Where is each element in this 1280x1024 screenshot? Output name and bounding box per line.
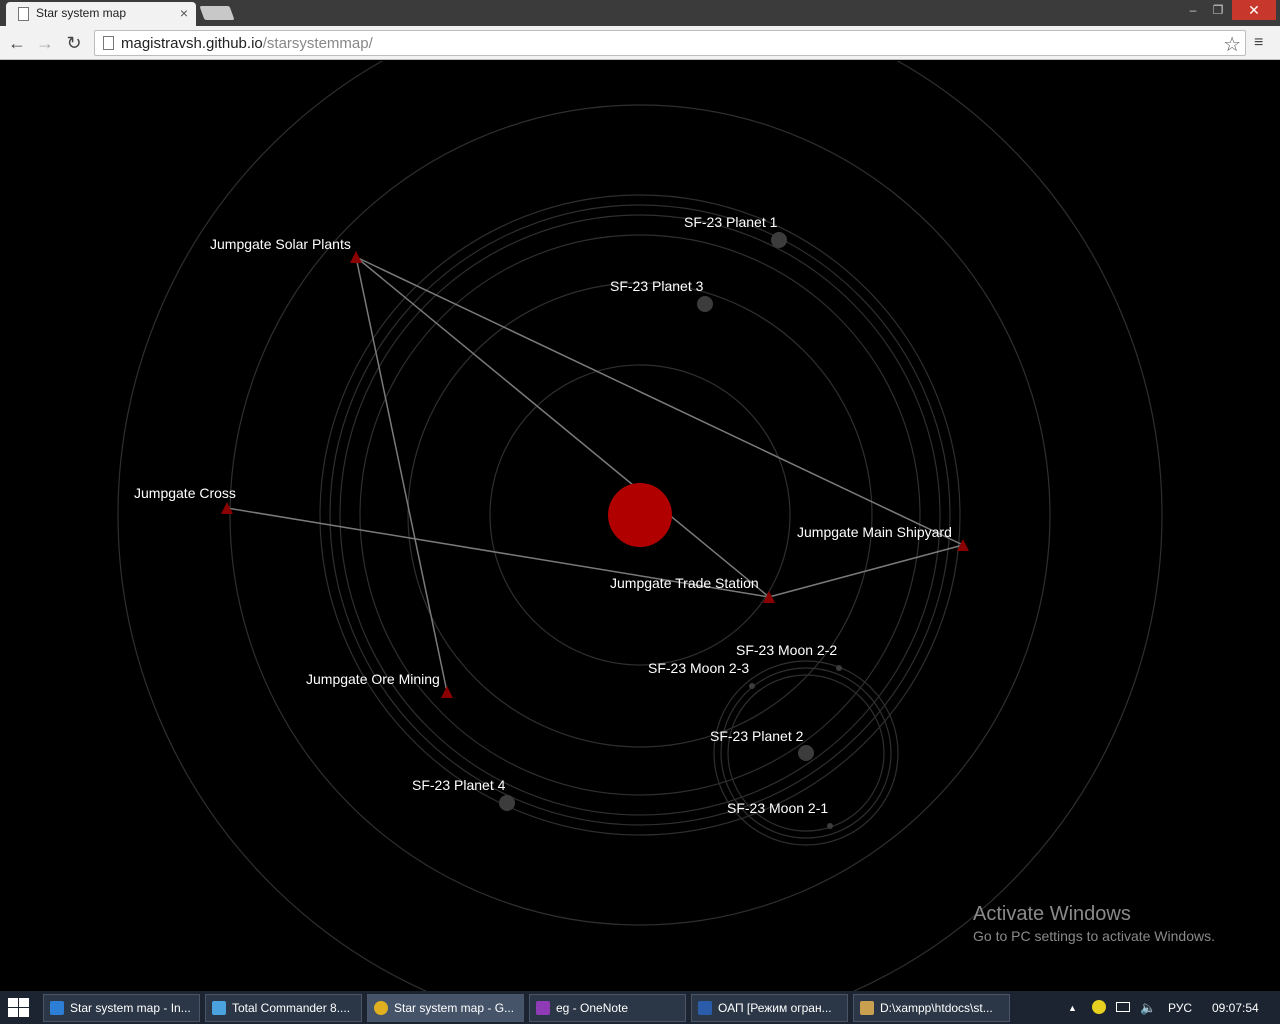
total-commander-icon	[212, 1001, 226, 1015]
url-host: magistravsh.github.io	[121, 35, 263, 52]
taskbar-item-total-commander[interactable]: Total Commander 8....	[205, 994, 362, 1022]
label-moon21: SF-23 Moon 2-1	[727, 800, 828, 816]
bookmark-star-icon[interactable]: ☆	[1223, 32, 1241, 57]
address-bar[interactable]: magistravsh.github.io/starsystemmap/ ☆	[94, 30, 1246, 56]
label-planet4: SF-23 Planet 4	[412, 777, 506, 793]
taskbar-item-ie[interactable]: Star system map - In...	[43, 994, 200, 1022]
new-tab-button[interactable]	[199, 6, 235, 20]
label-ore: Jumpgate Ore Mining	[306, 671, 440, 687]
maximize-button[interactable]: ❐	[1206, 0, 1230, 20]
star-system-map[interactable]: SF-23 Planet 1 SF-23 Planet 3 Jumpgate S…	[0, 61, 1280, 991]
taskbar-item-label: D:\xampp\htdocs\st...	[880, 1001, 993, 1015]
label-planet2: SF-23 Planet 2	[710, 728, 804, 744]
label-shipyard: Jumpgate Main Shipyard	[797, 524, 952, 540]
central-star[interactable]	[608, 483, 672, 547]
start-button[interactable]	[6, 997, 30, 1019]
chrome-icon	[374, 1001, 388, 1015]
forward-button[interactable]: →	[33, 31, 57, 55]
label-planet1: SF-23 Planet 1	[684, 214, 778, 230]
tab-star-system-map[interactable]: Star system map ×	[6, 2, 196, 26]
moon21-body[interactable]	[827, 823, 833, 829]
watermark-subtitle: Go to PC settings to activate Windows.	[973, 928, 1215, 944]
tray-expand-icon[interactable]: ▲	[1068, 1003, 1077, 1013]
page-viewport: SF-23 Planet 1 SF-23 Planet 3 Jumpgate S…	[0, 61, 1280, 991]
taskbar-item-label: ОАП [Режим огран...	[718, 1001, 832, 1015]
volume-icon[interactable]: 🔈	[1140, 1000, 1156, 1016]
label-moon23: SF-23 Moon 2-3	[648, 660, 749, 676]
url-text: magistravsh.github.io/starsystemmap/	[121, 35, 373, 52]
tray-app-icon[interactable]	[1092, 1000, 1106, 1014]
gate-ore-icon[interactable]	[441, 686, 453, 698]
taskbar-item-label: Star system map - G...	[394, 1001, 515, 1015]
label-trade: Jumpgate Trade Station	[610, 575, 759, 591]
word-icon	[698, 1001, 712, 1015]
clock[interactable]: 09:07:54	[1212, 1001, 1259, 1015]
folder-icon	[860, 1001, 874, 1015]
label-planet3: SF-23 Planet 3	[610, 278, 704, 294]
taskbar-item-label: Star system map - In...	[70, 1001, 191, 1015]
onenote-icon	[536, 1001, 550, 1015]
page-icon	[18, 7, 29, 21]
routes	[226, 256, 964, 693]
label-moon22: SF-23 Moon 2-2	[736, 642, 837, 658]
language-indicator[interactable]: РУС	[1168, 1001, 1192, 1015]
minimize-button[interactable]: –	[1180, 0, 1206, 20]
label-cross: Jumpgate Cross	[134, 485, 236, 501]
activate-windows-watermark: Activate Windows Go to PC settings to ac…	[973, 903, 1215, 944]
watermark-title: Activate Windows	[973, 903, 1131, 925]
tab-close-icon[interactable]: ×	[180, 5, 188, 21]
label-solar: Jumpgate Solar Plants	[210, 236, 351, 252]
menu-icon[interactable]: ≡	[1254, 34, 1263, 52]
taskbar-item-label: Total Commander 8....	[232, 1001, 351, 1015]
taskbar-item-word[interactable]: ОАП [Режим огран...	[691, 994, 848, 1022]
taskbar-item-onenote[interactable]: eg - OneNote	[529, 994, 686, 1022]
moon23-body[interactable]	[749, 683, 755, 689]
page-icon	[103, 36, 114, 50]
taskbar-item-label: eg - OneNote	[556, 1001, 629, 1015]
route-trade-shipyard	[768, 544, 964, 598]
planet3-body[interactable]	[697, 296, 713, 312]
back-button[interactable]: ←	[5, 31, 29, 55]
network-icon[interactable]	[1116, 1002, 1130, 1012]
taskbar-item-chrome[interactable]: Star system map - G...	[367, 994, 524, 1022]
planet1-body[interactable]	[771, 232, 787, 248]
close-window-button[interactable]: ✕	[1232, 0, 1276, 20]
ie-icon	[50, 1001, 64, 1015]
moon22-body[interactable]	[836, 665, 842, 671]
browser-toolbar: ← → ↻ magistravsh.github.io/starsystemma…	[0, 26, 1280, 60]
taskbar-item-explorer[interactable]: D:\xampp\htdocs\st...	[853, 994, 1010, 1022]
reload-button[interactable]: ↻	[62, 31, 86, 55]
route-solar-ore	[355, 256, 448, 693]
tab-strip: Star system map × – ❐ ✕	[0, 0, 1280, 26]
url-path: /starsystemmap/	[262, 35, 373, 52]
gate-solar-icon[interactable]	[350, 251, 362, 263]
windows-taskbar: Star system map - In... Total Commander …	[0, 991, 1280, 1024]
planet2-body[interactable]	[798, 745, 814, 761]
tab-title: Star system map	[36, 6, 127, 20]
planet4-body[interactable]	[499, 795, 515, 811]
